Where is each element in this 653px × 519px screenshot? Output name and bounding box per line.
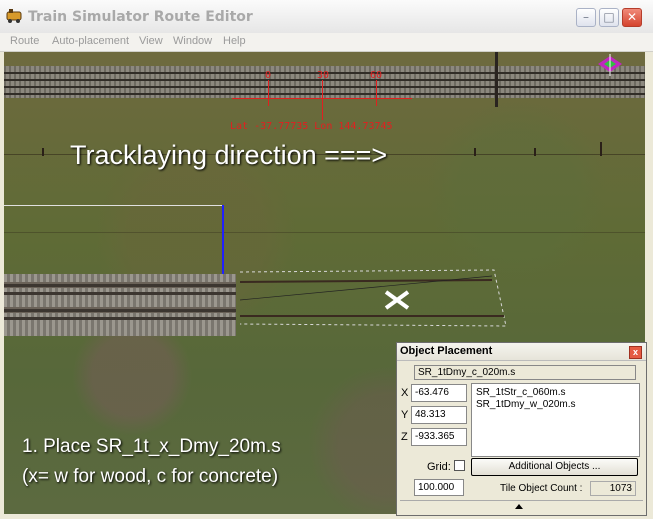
minimize-button[interactable]: –: [576, 8, 596, 27]
y-coordinate-field[interactable]: 48.313: [411, 406, 467, 424]
ruler-label: 30: [317, 70, 330, 81]
panel-close-icon[interactable]: x: [629, 346, 642, 359]
panel-collapse-bar[interactable]: [400, 500, 643, 514]
window-title: Train Simulator Route Editor: [28, 9, 253, 25]
grid-checkbox[interactable]: [454, 460, 465, 471]
selection-edge: [4, 205, 222, 206]
object-list[interactable]: SR_1tStr_c_060m.s SR_1tDmy_w_020m.s: [471, 383, 640, 457]
z-coordinate-field[interactable]: -933.365: [411, 428, 467, 446]
ruler-label: 0: [265, 70, 272, 81]
route-editor-window: Train Simulator Route Editor – □ ✕ Route…: [0, 0, 653, 519]
placed-dummy-track[interactable]: [236, 266, 516, 346]
ruler-label: 60: [370, 70, 383, 81]
menu-window[interactable]: Window: [173, 35, 212, 47]
close-button[interactable]: ✕: [622, 8, 642, 27]
grid-size-field[interactable]: 100.000: [414, 479, 464, 496]
panel-title-bar[interactable]: Object Placement x: [397, 343, 646, 361]
lat-lon-readout: Lat -37.77735 Lon 144.73745: [230, 121, 393, 132]
menu-route[interactable]: Route: [10, 35, 39, 47]
z-label: Z: [401, 431, 408, 443]
list-item[interactable]: SR_1tDmy_w_020m.s: [476, 399, 635, 411]
maximize-button[interactable]: □: [599, 8, 619, 27]
object-placement-panel: Object Placement x SR_1tDmy_c_020m.s X -…: [396, 342, 647, 516]
tile-object-count-label: Tile Object Count :: [500, 483, 583, 494]
chevron-up-icon[interactable]: [515, 504, 523, 509]
menu-view[interactable]: View: [139, 35, 163, 47]
train-app-icon: [6, 9, 22, 23]
menu-help[interactable]: Help: [223, 35, 246, 47]
additional-objects-button[interactable]: Additional Objects ...: [471, 458, 638, 476]
panel-title: Object Placement: [400, 345, 493, 357]
compass-gizmo-icon[interactable]: [596, 54, 624, 76]
grid-label: Grid:: [427, 461, 451, 473]
tile-object-count-value: 1073: [590, 481, 636, 496]
x-coordinate-field[interactable]: -63.476: [411, 384, 467, 402]
x-label: X: [401, 387, 409, 399]
menu-bar: Route Auto-placement View Window Help: [0, 33, 653, 52]
menu-auto-placement[interactable]: Auto-placement: [52, 35, 129, 47]
title-bar[interactable]: Train Simulator Route Editor – □ ✕: [0, 0, 653, 34]
pole: [495, 52, 498, 107]
selected-object-file: SR_1tDmy_c_020m.s: [414, 365, 636, 380]
tracklaying-direction-label: Tracklaying direction ===>: [70, 140, 388, 170]
instruction-line-2: (x= w for wood, c for concrete): [22, 466, 279, 487]
list-item[interactable]: SR_1tStr_c_060m.s: [476, 387, 635, 399]
existing-track-left: [4, 274, 236, 336]
instruction-line-1: 1. Place SR_1t_x_Dmy_20m.s: [22, 436, 281, 457]
y-label: Y: [401, 409, 409, 421]
